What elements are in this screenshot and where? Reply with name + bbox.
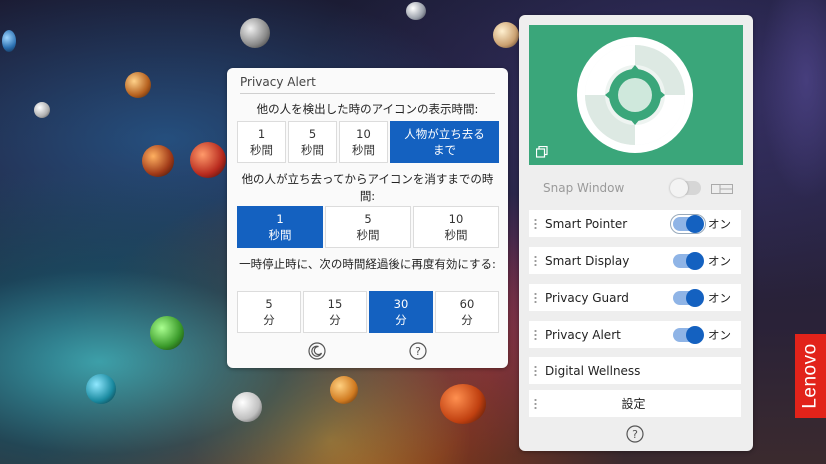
- settings-button[interactable]: 設定: [529, 390, 741, 417]
- option-30-minutes[interactable]: 30 分: [369, 291, 433, 333]
- option-5-minutes[interactable]: 5 分: [237, 291, 301, 333]
- moon-icon[interactable]: [308, 342, 326, 360]
- snap-window-label: Snap Window: [543, 180, 625, 195]
- smart-pointer-state: オン: [708, 216, 731, 231]
- privacy-guard-row: Privacy Guard オン: [529, 284, 741, 311]
- pause-resume-question: 一時停止時に、次の時間経過後に再度有効にする:: [239, 257, 496, 271]
- smart-pointer-toggle[interactable]: [670, 213, 706, 234]
- drag-handle-icon[interactable]: [534, 329, 537, 340]
- smart-display-row: Smart Display オン: [529, 247, 741, 274]
- option-until-person-leaves[interactable]: 人物が立ち去る まで: [390, 121, 499, 163]
- option-5-seconds[interactable]: 5 秒間: [325, 206, 411, 248]
- snap-window-row: Snap Window: [529, 174, 741, 201]
- icon-hide-delay-question: 他の人が立ち去ってからアイコンを消すまでの時間:: [241, 172, 494, 203]
- privacy-guard-label: Privacy Guard: [545, 290, 629, 305]
- smart-display-state: オン: [708, 253, 731, 268]
- privacy-alert-panel: Privacy Alert 他の人を検出した時のアイコンの表示時間: 1 秒間 …: [227, 68, 508, 368]
- snap-window-toggle[interactable]: [670, 178, 701, 197]
- svg-text:?: ?: [415, 345, 421, 358]
- drag-handle-icon[interactable]: [534, 398, 537, 409]
- smart-pointer-row: Smart Pointer オン: [529, 210, 741, 237]
- lenovo-logo: Lenovo: [795, 334, 826, 418]
- snap-layout-icon: [711, 183, 733, 194]
- smart-pointer-label: Smart Pointer: [545, 216, 628, 231]
- digital-wellness-row[interactable]: Digital Wellness: [529, 357, 741, 384]
- digital-wellness-label: Digital Wellness: [545, 363, 641, 378]
- help-icon[interactable]: ?: [409, 342, 427, 360]
- drag-handle-icon[interactable]: [534, 292, 537, 303]
- panel-title: Privacy Alert: [240, 75, 316, 89]
- shutter-logo-icon: [577, 37, 693, 153]
- copy-icon[interactable]: [535, 143, 548, 158]
- privacy-alert-row: Privacy Alert オン: [529, 321, 741, 348]
- svg-text:?: ?: [632, 428, 638, 441]
- help-icon[interactable]: ?: [626, 425, 644, 443]
- drag-handle-icon[interactable]: [534, 365, 537, 376]
- option-1-second[interactable]: 1 秒間: [237, 206, 323, 248]
- option-15-minutes[interactable]: 15 分: [303, 291, 367, 333]
- privacy-guard-toggle[interactable]: [673, 288, 704, 307]
- option-5-seconds[interactable]: 5 秒間: [288, 121, 337, 163]
- drag-handle-icon[interactable]: [534, 255, 537, 266]
- icon-display-duration-question: 他の人を検出した時のアイコンの表示時間:: [256, 102, 479, 116]
- privacy-guard-state: オン: [708, 290, 731, 305]
- smart-display-label: Smart Display: [545, 253, 630, 268]
- option-10-seconds[interactable]: 10 秒間: [339, 121, 388, 163]
- smart-display-toggle[interactable]: [673, 251, 704, 270]
- smart-features-panel: Snap Window Smart Pointer オン Smart Displ…: [519, 15, 753, 451]
- icon-hide-delay-options: 1 秒間 5 秒間 10 秒間: [237, 206, 499, 248]
- drag-handle-icon[interactable]: [534, 218, 537, 229]
- privacy-alert-toggle[interactable]: [673, 325, 704, 344]
- icon-display-duration-options: 1 秒間 5 秒間 10 秒間 人物が立ち去る まで: [237, 121, 499, 163]
- option-60-minutes[interactable]: 60 分: [435, 291, 499, 333]
- option-10-seconds[interactable]: 10 秒間: [413, 206, 499, 248]
- option-1-second[interactable]: 1 秒間: [237, 121, 286, 163]
- lenovo-logo-text: Lenovo: [799, 343, 821, 409]
- privacy-alert-state: オン: [708, 327, 731, 342]
- settings-label: 設定: [621, 397, 646, 411]
- privacy-alert-label: Privacy Alert: [545, 327, 621, 342]
- pause-resume-options: 5 分 15 分 30 分 60 分: [237, 291, 499, 333]
- feature-illustration: [529, 25, 743, 165]
- title-divider: [240, 93, 495, 94]
